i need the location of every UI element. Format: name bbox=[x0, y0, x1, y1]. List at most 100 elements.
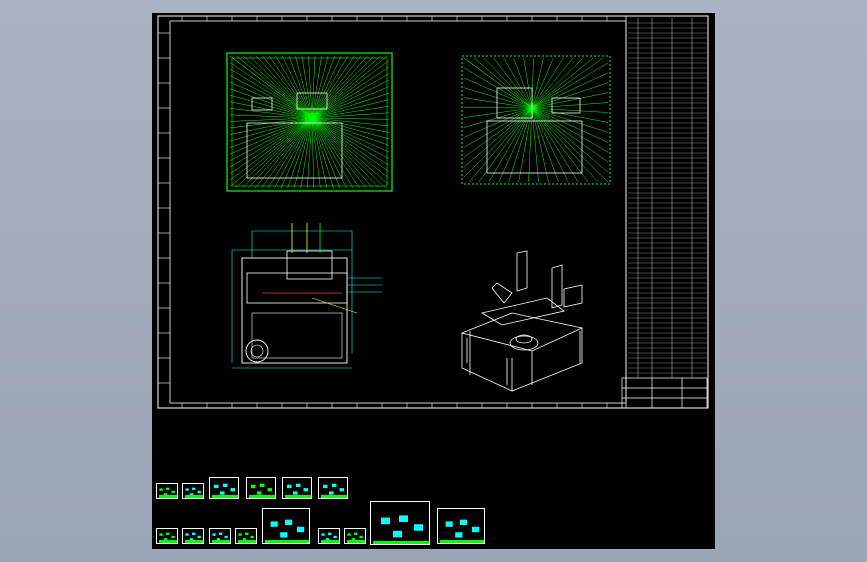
leader-line bbox=[531, 107, 609, 153]
leader-line bbox=[311, 117, 354, 189]
thumbnail-mark bbox=[455, 532, 463, 538]
thumbnail-sheet[interactable] bbox=[370, 501, 430, 545]
thumbnail-sheet[interactable] bbox=[182, 483, 204, 499]
thumbnail-mark bbox=[185, 540, 203, 543]
thumbnail-mark bbox=[323, 484, 328, 489]
thumbnail-mark bbox=[238, 540, 256, 543]
thumbnail-sheet[interactable] bbox=[262, 508, 310, 544]
leader-line bbox=[229, 117, 313, 168]
leader-line bbox=[463, 57, 533, 109]
leader-line bbox=[463, 77, 533, 109]
thumbnail-mark bbox=[321, 495, 347, 498]
thumbnail-mark bbox=[445, 521, 453, 527]
thumbnail-mark bbox=[251, 484, 256, 489]
thumbnail-mark bbox=[223, 483, 228, 487]
leader-line bbox=[531, 57, 544, 109]
leader-line bbox=[311, 117, 390, 179]
thumbnail-mark bbox=[265, 540, 309, 543]
thumbnail-sheet[interactable] bbox=[246, 477, 276, 499]
leader-line bbox=[531, 72, 609, 109]
thumbnail-sheet[interactable] bbox=[318, 477, 348, 499]
thumbnail-preview bbox=[238, 532, 256, 543]
thumbnail-mark bbox=[192, 532, 196, 535]
leader-line bbox=[531, 57, 584, 109]
thumbnail-preview bbox=[285, 483, 311, 498]
thumbnail-mark bbox=[224, 535, 228, 539]
thumbnail-mark bbox=[171, 535, 175, 539]
thumbnail-mark bbox=[245, 532, 249, 535]
thumbnail-sheet[interactable] bbox=[437, 508, 485, 544]
leader-line bbox=[311, 73, 390, 119]
thumbnail-mark bbox=[333, 535, 337, 539]
thumbnail-mark bbox=[296, 483, 301, 487]
leader-line bbox=[241, 117, 313, 189]
thumbnail-preview bbox=[373, 515, 429, 544]
thumbnail-mark bbox=[220, 491, 225, 495]
leader-line bbox=[229, 68, 313, 119]
thumbnail-mark bbox=[328, 532, 332, 535]
thumbnail-sheet[interactable] bbox=[156, 528, 178, 544]
thumbnail-mark bbox=[321, 533, 325, 536]
leader-line bbox=[531, 107, 599, 183]
thumbnail-mark bbox=[185, 488, 189, 491]
thumbnail-mark bbox=[159, 488, 163, 491]
thumbnail-sheet[interactable] bbox=[318, 528, 340, 544]
leader-line bbox=[531, 57, 574, 109]
thumbnail-mark bbox=[192, 487, 196, 490]
thumbnail-preview bbox=[159, 487, 177, 498]
thumbnail-preview bbox=[249, 483, 275, 498]
leader-line bbox=[498, 107, 533, 183]
thumbnail-mark bbox=[166, 532, 170, 535]
leader-line bbox=[463, 107, 533, 148]
thumbnail-mark bbox=[329, 491, 334, 495]
thumbnail-mark bbox=[280, 532, 288, 538]
thumbnail-mark bbox=[212, 540, 230, 543]
leader-line bbox=[229, 117, 313, 181]
leader-line bbox=[311, 117, 390, 140]
thumbnail-mark bbox=[270, 521, 278, 527]
thumbnail-mark bbox=[212, 495, 238, 498]
leader-line bbox=[468, 107, 533, 183]
thumbnail-sheet[interactable] bbox=[282, 477, 312, 499]
thumbnail-mark bbox=[332, 483, 337, 487]
thumbnail-mark bbox=[293, 491, 298, 495]
thumbnail-mark bbox=[197, 490, 201, 494]
leader-line bbox=[531, 62, 609, 109]
thumbnail-sheet[interactable] bbox=[235, 528, 257, 544]
thumbnail-mark bbox=[212, 533, 216, 536]
thumbnail-preview bbox=[265, 519, 309, 543]
leader-line bbox=[531, 107, 609, 163]
thumbnail-sheet[interactable] bbox=[209, 477, 239, 499]
thumbnail-mark bbox=[287, 484, 292, 489]
thumbnail-preview bbox=[159, 532, 177, 543]
leader-line bbox=[307, 117, 313, 189]
leader-line bbox=[311, 92, 390, 119]
thumbnail-sheet[interactable] bbox=[209, 528, 231, 544]
leader-line bbox=[531, 107, 579, 183]
leader-line bbox=[229, 117, 313, 161]
thumbnail-sheet[interactable] bbox=[344, 528, 366, 544]
leader-line bbox=[463, 87, 533, 109]
thumbnail-sheet[interactable] bbox=[182, 528, 204, 544]
thumbnail-mark bbox=[373, 541, 429, 544]
thumbnail-mark bbox=[285, 495, 311, 498]
inner-frame bbox=[169, 20, 627, 404]
leader-line bbox=[531, 107, 609, 183]
leader-line bbox=[528, 107, 533, 183]
leader-line bbox=[513, 57, 533, 109]
thumbnail-sheet[interactable] bbox=[156, 483, 178, 499]
cad-drawing-sheet bbox=[157, 15, 709, 409]
leader-line bbox=[229, 117, 313, 155]
thumbnail-mark bbox=[347, 540, 365, 543]
leader-line bbox=[463, 107, 533, 158]
thumbnail-mark bbox=[185, 495, 203, 498]
side-view-green bbox=[461, 55, 611, 185]
thumbnail-preview bbox=[347, 532, 365, 543]
drawing-viewport[interactable] bbox=[152, 13, 715, 549]
thumbnail-mark bbox=[399, 515, 408, 522]
thumbnail-preview bbox=[440, 519, 484, 543]
leader-line bbox=[311, 117, 390, 159]
thumbnail-mark bbox=[214, 484, 219, 489]
leader-line bbox=[463, 107, 533, 138]
leader-line bbox=[531, 57, 594, 109]
